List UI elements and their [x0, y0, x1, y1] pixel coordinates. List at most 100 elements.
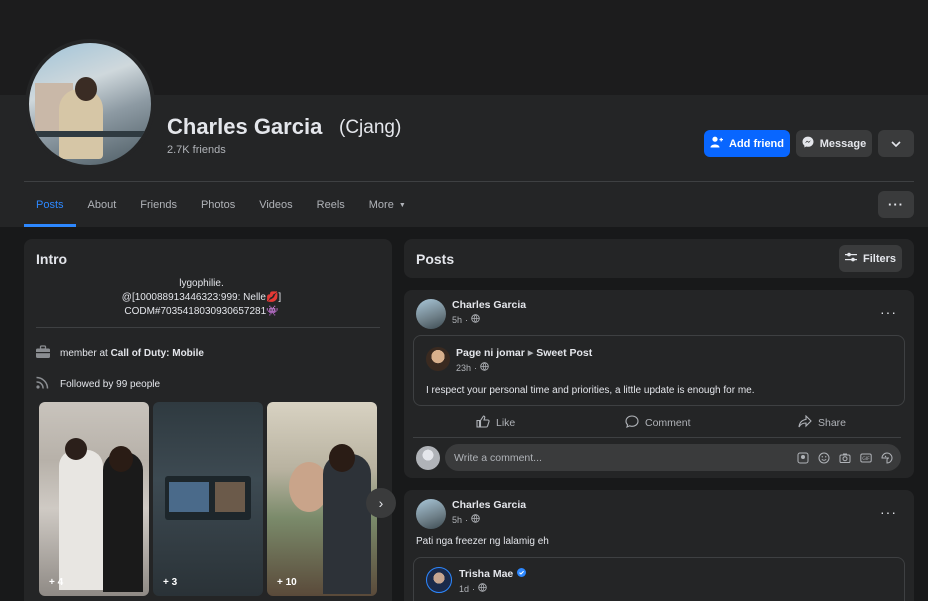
shared-page-avatar[interactable] [426, 347, 450, 371]
add-friend-button[interactable]: Add friend [704, 130, 790, 157]
shared-author-avatar[interactable] [426, 567, 452, 593]
shared-post-1-header: Page ni jomar ▶ Sweet Post [456, 347, 592, 359]
filter-sliders-icon [844, 252, 857, 265]
post-2-text: Pati nga freezer ng lalamig eh [416, 536, 549, 547]
comment-input[interactable]: Write a comment... GIF [445, 444, 901, 471]
post-1-author[interactable]: Charles Garcia [452, 299, 526, 311]
comment-placeholder: Write a comment... [454, 452, 542, 464]
filters-label: Filters [862, 252, 896, 265]
featured-photo-3-count: + 10 [277, 577, 297, 588]
chevron-right-icon: › [378, 495, 384, 511]
shared-post-1-text: I respect your personal time and priorit… [426, 385, 755, 396]
bio-line-3: CODM#703541803093065728​1👾 [124, 306, 279, 317]
friends-count[interactable]: 2.7K friends [167, 144, 226, 156]
shared-post-1-time[interactable]: 23h [456, 363, 471, 373]
caret-right-icon: ▶ [527, 350, 534, 357]
shared-post-2-header: Trisha Mae [459, 568, 527, 580]
post-card-1: Charles Garcia 5h · ··· Page ni jomar ▶ … [404, 290, 914, 478]
post-2-time[interactable]: 5h [452, 515, 462, 525]
tab-friends[interactable]: Friends [128, 183, 189, 227]
ellipsis-icon: ··· [888, 197, 904, 212]
thumbs-up-icon [476, 415, 490, 431]
featured-photo-2[interactable]: + 3 [153, 402, 263, 596]
posts-header-card: Posts Filters [404, 239, 914, 278]
camera-icon[interactable] [839, 451, 851, 463]
shared-group-name[interactable]: Sweet Post [536, 347, 592, 359]
tab-more-label: More [368, 199, 394, 211]
gif-icon[interactable]: GIF [860, 451, 872, 463]
comment-label: Comment [645, 417, 691, 429]
caret-down-icon: ▼ [398, 201, 406, 209]
posts-title: Posts [416, 251, 455, 267]
share-arrow-icon [798, 414, 812, 431]
tab-videos[interactable]: Videos [247, 183, 304, 227]
verified-badge-icon [517, 568, 527, 580]
tab-reels[interactable]: Reels [305, 183, 357, 227]
globe-icon [471, 314, 480, 325]
profile-alternate-name: (Cjang) [339, 117, 402, 138]
intro-divider [36, 327, 380, 328]
post-1-options-icon[interactable]: ··· [880, 304, 897, 320]
shared-post-1[interactable]: Page ni jomar ▶ Sweet Post 23h · I respe… [413, 335, 905, 406]
rss-icon [35, 376, 51, 393]
featured-photo-3[interactable]: + 10 [267, 402, 377, 596]
like-label: Like [496, 417, 516, 429]
add-friend-icon [710, 136, 723, 151]
comment-bubble-icon [625, 415, 639, 431]
add-friend-label: Add friend [729, 137, 784, 150]
globe-icon [478, 583, 487, 594]
avatar-sticker-icon[interactable] [797, 451, 809, 464]
member-of-link[interactable]: Call of Duty: Mobile [111, 348, 204, 359]
followers-row: Followed by 99 people [35, 376, 160, 393]
like-button[interactable]: Like [476, 415, 515, 431]
chevron-down-icon [891, 138, 901, 150]
shared-post-1-meta: 23h · [456, 362, 489, 373]
profile-avatar[interactable] [25, 39, 155, 169]
intro-card: Intro lygophilie. @[100088913446323:999:… [24, 239, 396, 601]
featured-photo-1-count: + 4 [49, 577, 64, 588]
tab-photos[interactable]: Photos [189, 183, 247, 227]
header-divider [24, 181, 914, 182]
post-2-meta: 5h · [452, 514, 480, 525]
profile-name: Charles Garcia [167, 114, 323, 139]
briefcase-icon [35, 345, 51, 362]
shared-page-name[interactable]: Page ni jomar [456, 347, 525, 359]
member-row: member at Call of Duty: Mobile [35, 345, 204, 362]
filters-button[interactable]: Filters [839, 245, 902, 272]
photos-next-button[interactable]: › [366, 488, 396, 518]
post-1-actions-divider [413, 437, 901, 438]
post-2-author-avatar[interactable] [416, 499, 446, 529]
post-card-2: Charles Garcia 5h · ··· Pati nga freezer… [404, 490, 914, 601]
tab-more[interactable]: More ▼ [357, 183, 418, 227]
share-label: Share [818, 417, 847, 429]
bio-line-2: @[100088913446323:999: Nelle💋] [121, 292, 282, 303]
current-user-avatar[interactable] [416, 446, 440, 470]
featured-photo-1[interactable]: + 4 [39, 402, 149, 596]
globe-icon [471, 514, 480, 525]
globe-icon [480, 362, 489, 373]
followers-text[interactable]: Followed by 99 people [60, 379, 160, 390]
member-prefix: member at [60, 348, 108, 359]
sticker-icon[interactable] [881, 451, 893, 464]
message-button[interactable]: Message [796, 130, 872, 157]
post-2-options-icon[interactable]: ··· [880, 504, 897, 520]
svg-text:GIF: GIF [862, 456, 870, 462]
post-1-time[interactable]: 5h [452, 315, 462, 325]
post-1-meta: 5h · [452, 314, 480, 325]
post-1-author-avatar[interactable] [416, 299, 446, 329]
more-options-button[interactable] [878, 130, 914, 157]
share-button[interactable]: Share [798, 414, 847, 431]
profile-tabs: Posts About Friends Photos Videos Reels … [24, 183, 418, 227]
shared-post-2-time[interactable]: 1d [459, 584, 469, 594]
bio-line-1: lygophilie. [179, 278, 224, 289]
comment-button[interactable]: Comment [625, 415, 691, 431]
shared-post-2-meta: 1d · [459, 583, 487, 594]
tabs-more-button[interactable]: ··· [878, 191, 914, 218]
tab-about[interactable]: About [76, 183, 129, 227]
shared-post-2[interactable]: Trisha Mae 1d · [413, 557, 905, 601]
post-2-author[interactable]: Charles Garcia [452, 499, 526, 511]
tab-posts[interactable]: Posts [24, 183, 76, 227]
emoji-icon[interactable] [818, 451, 830, 464]
shared-author-name[interactable]: Trisha Mae [459, 568, 513, 580]
intro-title: Intro [36, 251, 68, 267]
